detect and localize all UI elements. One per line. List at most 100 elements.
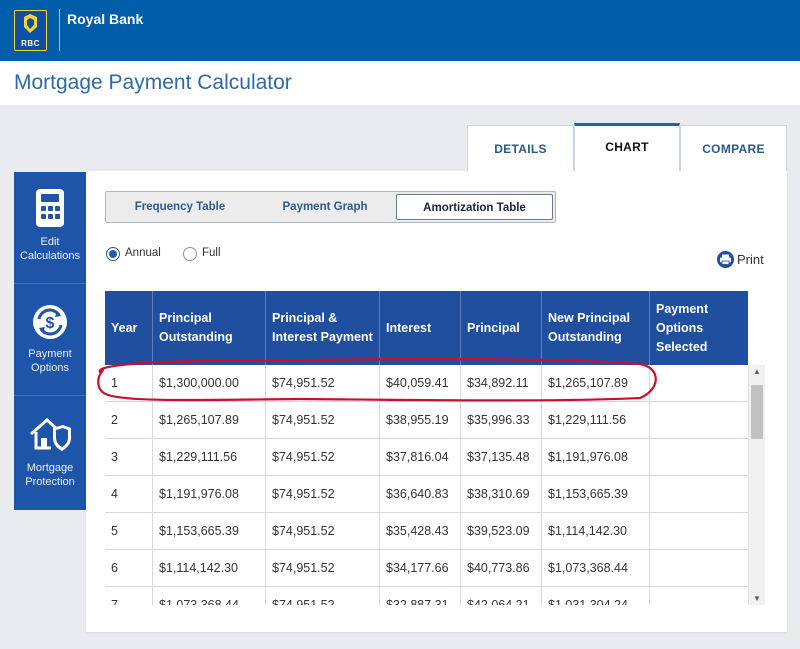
table-cell [650, 439, 748, 475]
table-cell: $1,229,111.56 [153, 439, 266, 475]
table-cell: $1,153,665.39 [153, 513, 266, 549]
payment-graph-button[interactable]: Payment Graph [254, 192, 396, 222]
column-header[interactable]: Year [105, 291, 153, 365]
table-cell: $35,428.43 [380, 513, 461, 549]
view-switch: Frequency Table Payment Graph Amortizati… [105, 191, 556, 223]
table-cell: $32,887.31 [380, 587, 461, 605]
table-cell: 1 [105, 365, 153, 401]
sidebar-item-label: Payment Options [28, 348, 72, 374]
table-body: 1 $1,300,000.00 $74,951.52 $40,059.41 $34,89… [105, 365, 748, 605]
scroll-down-icon[interactable]: ▼ [749, 594, 765, 603]
table-cell: $38,310.69 [461, 476, 542, 512]
table-cell: $37,816.04 [380, 439, 461, 475]
table-cell: $36,640.83 [380, 476, 461, 512]
svg-text:$: $ [46, 315, 55, 332]
table-cell: 5 [105, 513, 153, 549]
brand-divider [59, 9, 60, 51]
table-cell: $1,265,107.89 [153, 402, 266, 438]
table-cell [650, 587, 748, 605]
radio-selected-icon [106, 247, 120, 261]
scroll-up-icon[interactable]: ▲ [749, 367, 765, 376]
table-cell: $37,135.48 [461, 439, 542, 475]
table-cell: $74,951.52 [266, 439, 380, 475]
table-cell [650, 513, 748, 549]
table-cell [650, 365, 748, 401]
sidebar-item-payment-options[interactable]: $ Payment Options [14, 284, 86, 396]
table-cell: 3 [105, 439, 153, 475]
sidebar-item-edit-calculations[interactable]: Edit Calculations [14, 172, 86, 284]
table-cell: $1,191,976.08 [542, 439, 650, 475]
table-cell: $40,059.41 [380, 365, 461, 401]
brand-name: Royal Bank [67, 11, 144, 27]
table-cell: 7 [105, 587, 153, 605]
lion-crest-icon [24, 14, 37, 33]
table-cell: $1,073,368.44 [153, 587, 266, 605]
table-scrollbar[interactable]: ▲ ▼ [748, 365, 765, 605]
tab-chart[interactable]: CHART [574, 123, 680, 171]
radio-label: Annual [125, 247, 161, 259]
sidebar-item-label: Edit Calculations [20, 236, 80, 262]
table-cell: $74,951.52 [266, 402, 380, 438]
column-header[interactable]: Principal & Interest Payment [266, 291, 380, 365]
table-cell: 6 [105, 550, 153, 586]
table-cell: $1,031,304.24 [542, 587, 650, 605]
title-band: Mortgage Payment Calculator [0, 61, 800, 105]
table-cell: $74,951.52 [266, 476, 380, 512]
sidebar-item-label: Mortgage Protection [25, 462, 75, 488]
table-cell: $39,523.09 [461, 513, 542, 549]
rbc-logo[interactable]: RBC [14, 10, 47, 51]
table-row: 4 $1,191,976.08 $74,951.52 $36,640.83 $38,31… [105, 476, 748, 513]
amortization-table-button[interactable]: Amortization Table [396, 194, 553, 220]
table-cell: $1,229,111.56 [542, 402, 650, 438]
table-cell: $74,951.52 [266, 587, 380, 605]
sidebar-item-mortgage-protection[interactable]: Mortgage Protection [14, 396, 86, 510]
radio-label: Full [202, 247, 221, 259]
table-row: 6 $1,114,142.30 $74,951.52 $34,177.66 $40,77… [105, 550, 748, 587]
print-label: Print [737, 252, 764, 267]
table-cell: $1,153,665.39 [542, 476, 650, 512]
table-cell: 2 [105, 402, 153, 438]
radio-unselected-icon [183, 247, 197, 261]
top-bar: RBC Royal Bank [0, 0, 800, 61]
table-row: 2 $1,265,107.89 $74,951.52 $38,955.19 $35,99… [105, 402, 748, 439]
column-header[interactable]: Interest [380, 291, 461, 365]
table-cell: $35,996.33 [461, 402, 542, 438]
print-icon [717, 251, 734, 268]
table-cell: $74,951.52 [266, 513, 380, 549]
page-title: Mortgage Payment Calculator [14, 71, 292, 94]
table-cell: $40,773.86 [461, 550, 542, 586]
tab-label: COMPARE [702, 142, 765, 156]
table-cell: $34,177.66 [380, 550, 461, 586]
table-cell: $42,064.21 [461, 587, 542, 605]
tab-label: DETAILS [494, 142, 547, 156]
table-cell: $74,951.52 [266, 365, 380, 401]
scroll-thumb[interactable] [751, 385, 763, 439]
house-shield-icon [14, 414, 86, 459]
table-cell: $38,955.19 [380, 402, 461, 438]
table-cell: $1,191,976.08 [153, 476, 266, 512]
table-cell: $1,265,107.89 [542, 365, 650, 401]
frequency-table-button[interactable]: Frequency Table [106, 192, 254, 222]
side-nav: Edit Calculations $ Payment Options Mort… [14, 172, 86, 510]
tab-details[interactable]: DETAILS [467, 125, 574, 171]
table-cell: $34,892.11 [461, 365, 542, 401]
table-cell [650, 550, 748, 586]
tab-label: CHART [605, 140, 649, 154]
column-header[interactable]: Payment Options Selected [650, 291, 748, 365]
table-row: 7 $1,073,368.44 $74,951.52 $32,887.31 $42,06… [105, 587, 748, 605]
table-header: Year Principal Outstanding Principal & I… [105, 291, 748, 365]
table-cell: $1,073,368.44 [542, 550, 650, 586]
table-cell [650, 476, 748, 512]
column-header[interactable]: Principal [461, 291, 542, 365]
column-header[interactable]: Principal Outstanding [153, 291, 266, 365]
table-cell: $1,114,142.30 [542, 513, 650, 549]
tab-compare[interactable]: COMPARE [680, 125, 787, 171]
table-row: 1 $1,300,000.00 $74,951.52 $40,059.41 $34,89… [105, 365, 748, 402]
column-header[interactable]: New Principal Outstanding [542, 291, 650, 365]
table-row: 5 $1,153,665.39 $74,951.52 $35,428.43 $39,52… [105, 513, 748, 550]
table-cell [650, 402, 748, 438]
dollar-refresh-icon: $ [14, 302, 86, 347]
table-cell: $1,114,142.30 [153, 550, 266, 586]
logo-text: RBC [21, 39, 40, 48]
table-cell: $74,951.52 [266, 550, 380, 586]
